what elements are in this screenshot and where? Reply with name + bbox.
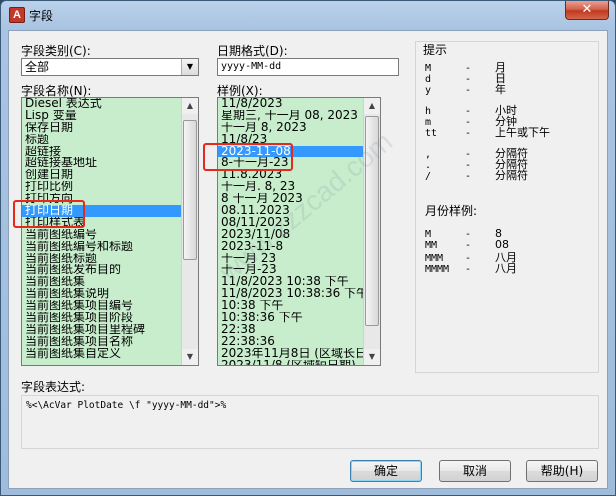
field-name-item[interactable]: 当前图纸集项目阶段 — [22, 312, 198, 324]
chevron-down-icon[interactable]: ▼ — [181, 59, 198, 75]
scroll-up-arrow-icon[interactable]: ▲ — [364, 98, 380, 114]
autocad-app-icon: A — [9, 7, 25, 23]
example-item[interactable]: 8 十一月 2023 — [218, 193, 380, 205]
field-name-item[interactable]: 打印日期 — [22, 205, 198, 217]
field-names-items: Diesel 表达式 Lisp 变量 保存日期 标题 超链接 超链接基地址 创建日期 打印比例… — [22, 98, 198, 360]
field-expression-label: 字段表达式: — [21, 380, 86, 394]
example-item[interactable]: 十一月. 8, 23 — [218, 181, 380, 193]
field-name-item[interactable]: 标题 — [22, 134, 198, 146]
example-item[interactable]: 11.8.2023 — [218, 169, 380, 181]
example-item[interactable]: 2023/11/8 (区域短日期) — [218, 360, 380, 365]
field-name-item[interactable]: 当前图纸集项目里程碑 — [22, 324, 198, 336]
example-item[interactable]: 2023年11月8日 (区域长日期) — [218, 348, 380, 360]
field-name-item[interactable]: 当前图纸发布目的 — [22, 264, 198, 276]
hint-dash: - — [465, 171, 472, 182]
example-item[interactable]: 11/8/2023 10:38 下午 — [218, 276, 380, 288]
hint-meaning: 分隔符 — [495, 169, 528, 182]
scroll-thumb[interactable] — [365, 116, 379, 326]
title-bar[interactable]: A 字段 ✕ — [1, 1, 615, 29]
example-item[interactable]: 8-十一月-23 — [218, 157, 380, 169]
cancel-button[interactable]: 取消 — [439, 460, 511, 482]
hint-meaning: 年 — [495, 83, 506, 96]
field-expression-box[interactable]: %<\AcVar PlotDate \f "yyyy-MM-dd">% — [21, 395, 599, 449]
close-button[interactable]: ✕ — [565, 1, 609, 20]
hint-meaning: 上午或下午 — [495, 126, 550, 139]
field-name-item[interactable]: 当前图纸编号 — [22, 229, 198, 241]
example-item[interactable]: 22:38:36 — [218, 336, 380, 348]
hints-label: 提示 — [423, 43, 448, 57]
hint-code: / — [425, 171, 432, 182]
field-name-item[interactable]: 超链接 — [22, 146, 198, 158]
field-name-item[interactable]: 当前图纸集说明 — [22, 288, 198, 300]
example-item[interactable]: 11/8/23 — [218, 134, 380, 146]
example-item[interactable]: 08/11/2023 — [218, 217, 380, 229]
field-name-item[interactable]: 保存日期 — [22, 122, 198, 134]
field-name-item[interactable]: 创建日期 — [22, 169, 198, 181]
example-item[interactable]: 11/8/2023 — [218, 98, 380, 110]
scroll-down-arrow-icon[interactable]: ▼ — [364, 349, 380, 365]
window-title: 字段 — [29, 9, 54, 23]
scroll-up-arrow-icon[interactable]: ▲ — [182, 98, 198, 114]
field-name-item[interactable]: 当前图纸标题 — [22, 253, 198, 265]
field-expression-text: %<\AcVar PlotDate \f "yyyy-MM-dd">% — [26, 400, 227, 411]
hint-meaning: 八月 — [495, 262, 517, 275]
dialog-client-area: 字段类别(C): 全部 ▼ 字段名称(N): Diesel 表达式 Lisp 变量… — [8, 30, 608, 489]
field-name-item[interactable]: 打印方向 — [22, 193, 198, 205]
example-item[interactable]: 2023-11-8 — [218, 241, 380, 253]
field-names-listbox[interactable]: Diesel 表达式 Lisp 变量 保存日期 标题 超链接 超链接基地址 创建日期 打印比例… — [21, 97, 199, 366]
example-item[interactable]: 2023/11/08 — [218, 229, 380, 241]
help-button[interactable]: 帮助(H) — [526, 460, 598, 482]
hint-code: tt — [425, 128, 438, 139]
field-name-item[interactable]: 当前图纸集 — [22, 276, 198, 288]
ok-button[interactable]: 确定 — [350, 460, 422, 482]
field-names-scrollbar[interactable]: ▲ ▼ — [181, 98, 198, 365]
examples-scrollbar[interactable]: ▲ ▼ — [363, 98, 380, 365]
hint-row: y-年 — [425, 81, 506, 97]
field-category-dropdown[interactable]: 全部 ▼ — [21, 58, 199, 76]
field-name-item[interactable]: 打印样式表 — [22, 217, 198, 229]
examples-listbox[interactable]: 11/8/2023 星期三, 十一月 08, 2023 十一月 8, 2023 11/… — [217, 97, 381, 366]
hint-dash: - — [465, 85, 472, 96]
field-name-item[interactable]: 打印比例 — [22, 181, 198, 193]
example-item[interactable]: 10:38 下午 — [218, 300, 380, 312]
field-name-item[interactable]: 当前图纸集项目名称 — [22, 336, 198, 348]
field-name-item[interactable]: Diesel 表达式 — [22, 98, 198, 110]
field-name-item[interactable]: Lisp 变量 — [22, 110, 198, 122]
field-category-value: 全部 — [25, 60, 50, 74]
example-item[interactable]: 十一月 8, 2023 — [218, 122, 380, 134]
date-format-input[interactable]: yyyy-MM-dd — [217, 58, 399, 76]
hint-row: / - 分隔符 — [425, 167, 528, 183]
example-item[interactable]: 08.11.2023 — [218, 205, 380, 217]
example-item[interactable]: 22:38 — [218, 324, 380, 336]
example-item[interactable]: 星期三, 十一月 08, 2023 — [218, 110, 380, 122]
example-item[interactable]: 2023-11-08 — [218, 145, 380, 158]
date-format-label: 日期格式(D): — [217, 44, 288, 58]
hint-row: tt - 上午或下午 — [425, 124, 550, 140]
examples-items: 11/8/2023 星期三, 十一月 08, 2023 十一月 8, 2023 11/… — [218, 98, 380, 365]
example-item[interactable]: 十一月 23 — [218, 253, 380, 265]
hint-dash: - — [465, 128, 472, 139]
example-item[interactable]: 10:38:36 下午 — [218, 312, 380, 324]
hint-dash: - — [465, 264, 472, 275]
field-category-label: 字段类别(C): — [21, 44, 91, 58]
example-item[interactable]: 11/8/2023 10:38:36 下午 — [218, 288, 380, 300]
field-name-item[interactable]: 当前图纸集自定义 — [22, 348, 198, 360]
field-name-item[interactable]: 超链接基地址 — [22, 157, 198, 169]
scroll-down-arrow-icon[interactable]: ▼ — [182, 349, 198, 365]
month-samples-label: 月份样例: — [425, 204, 478, 218]
example-item[interactable]: 十一月-23 — [218, 264, 380, 276]
hint-code: y — [425, 85, 432, 96]
field-dialog-window: A 字段 ✕ 字段类别(C): 全部 ▼ 字段名称(N): Diesel 表达式… — [0, 0, 616, 496]
hint-row: MMMM - 八月 — [425, 260, 517, 276]
field-name-item[interactable]: 当前图纸集项目编号 — [22, 300, 198, 312]
hint-code: MMMM — [425, 264, 450, 275]
scroll-thumb[interactable] — [183, 120, 197, 260]
field-name-item[interactable]: 当前图纸编号和标题 — [22, 241, 198, 253]
